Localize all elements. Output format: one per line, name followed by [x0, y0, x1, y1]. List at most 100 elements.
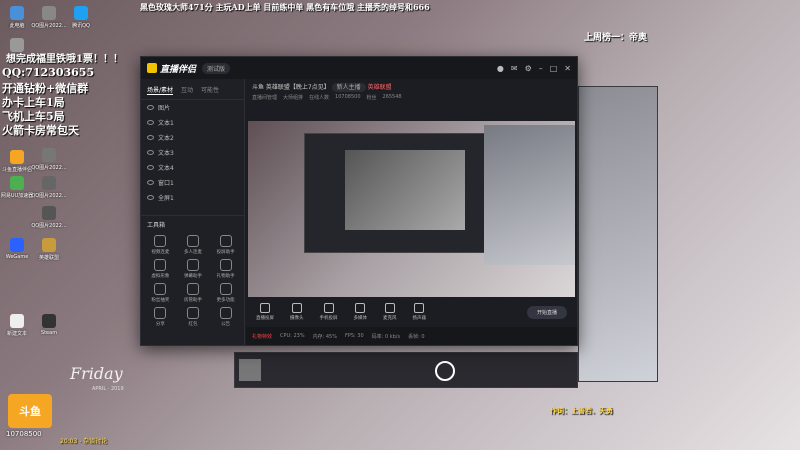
tool-label: 投屏助手: [216, 250, 235, 255]
tool-icon: [219, 283, 232, 295]
tool-button[interactable]: 礼物助手: [210, 259, 241, 279]
tab-0[interactable]: 场景/素材: [147, 85, 174, 95]
scene-item[interactable]: 图片: [141, 100, 244, 115]
stat-item: 大师组排: [283, 95, 304, 101]
eye-icon[interactable]: [147, 105, 154, 110]
tool-button[interactable]: 房管助手: [178, 283, 209, 303]
desktop-icon[interactable]: 英雄联盟: [34, 238, 64, 268]
tool-button[interactable]: 分享: [145, 307, 176, 327]
status-item: 内存: 45%: [312, 333, 337, 340]
toolbar-button[interactable]: 手机投屏: [320, 303, 338, 321]
douyu-title: 斗鱼: [19, 405, 41, 418]
tab-2[interactable]: 可能性: [201, 85, 219, 95]
titlebar: 直播伴侣 测试版 ● ✉ ⚙ – □ ✕: [141, 57, 577, 79]
tool-grid: 视频连麦 多人连麦 投屏助手虚拟形象 弹幕助手 礼物助手粉丝抽奖 房管助手 更多功能分享 红包…: [141, 233, 245, 329]
stat-item: 265548: [382, 94, 402, 100]
eye-icon[interactable]: [147, 135, 154, 140]
toolbar-button[interactable]: 麦克风: [383, 303, 397, 321]
scene-item[interactable]: 窗口1: [141, 175, 244, 190]
desktop-icon[interactable]: WeGame: [2, 238, 32, 268]
category[interactable]: 英雄联盟: [368, 84, 392, 91]
scene-list: 图片 文本1 文本2 文本3 文本4 窗口1 全屏1: [141, 100, 244, 205]
tool-label: 虚拟形象: [151, 274, 170, 279]
tool-label: 房管助手: [183, 298, 202, 303]
desktop-icon[interactable]: 腾讯QQ: [66, 6, 96, 36]
scene-item[interactable]: 文本4: [141, 160, 244, 175]
toolbox-header: 工具箱: [141, 215, 245, 233]
toolbar-button[interactable]: 扬声器: [412, 303, 427, 321]
desktop-icon[interactable]: QQ图片2022...: [31, 206, 67, 236]
desktop-icon-label: 英雄联盟: [38, 255, 59, 261]
eye-icon[interactable]: [147, 150, 154, 155]
desktop-icon[interactable]: QQ图片2022...: [31, 6, 67, 36]
tool-button[interactable]: 粉丝抽奖: [145, 283, 176, 303]
desktop-icon-label: QQ图片2022...: [31, 193, 67, 199]
eye-icon[interactable]: [147, 195, 154, 200]
room-tag: 新人主播: [331, 83, 366, 92]
douyu-id: 10708500: [6, 430, 42, 438]
toolbar-button[interactable]: 摄像头: [290, 303, 304, 321]
scene-item[interactable]: 全屏1: [141, 190, 244, 205]
status-item: FPS: 30: [344, 332, 364, 339]
desktop-icon[interactable]: Steam: [34, 314, 64, 344]
uu-icon: [10, 176, 24, 190]
desktop-icon[interactable]: QQ图片2022...: [31, 176, 67, 206]
desktop-icon-label: Steam: [40, 330, 58, 336]
tool-button[interactable]: 投屏助手: [210, 235, 241, 255]
tool-button[interactable]: 红包: [178, 307, 209, 327]
pause-icon[interactable]: [435, 361, 455, 381]
desktop-icon[interactable]: 网易UU加速器: [1, 176, 33, 206]
status-item: CPU: 23%: [280, 332, 305, 339]
image-icon: [42, 206, 56, 220]
desktop-icon-label: QQ图片2022...: [31, 23, 67, 29]
tool-button[interactable]: 弹幕助手: [178, 259, 209, 279]
toolbar-label: 扬声器: [412, 316, 427, 321]
friday-sub: APRIL · 2019: [92, 386, 124, 392]
left-panel: 场景/素材 互动 可能性 图片 文本1 文本2 文本3 文本4 窗口1 全屏1 工具箱 视频连麦…: [141, 79, 245, 345]
toolbox: 工具箱 视频连麦 多人连麦 投屏助手虚拟形象 弹幕助手 礼物助手粉丝抽奖 房管助手 更多功能…: [141, 215, 245, 329]
tool-button[interactable]: 公告: [210, 307, 241, 327]
desktop-icon-label: QQ图片2022...: [31, 223, 67, 229]
tool-icon: [186, 283, 199, 295]
eye-icon[interactable]: [147, 120, 154, 125]
tool-icon: [219, 235, 232, 247]
tab-1[interactable]: 互动: [181, 85, 193, 95]
desktop-icon[interactable]: 新建文本: [2, 314, 32, 344]
tool-button[interactable]: 更多功能: [210, 283, 241, 303]
image-icon: [42, 176, 56, 190]
qq-icon: [74, 6, 88, 20]
tool-button[interactable]: 多人连麦: [178, 235, 209, 255]
nested-preview-inner: [345, 150, 465, 230]
status-bar: 礼物特效 CPU: 23% 内存: 45% FPS: 30 码率: 0 kb/s 丢帧:…: [246, 327, 577, 345]
eye-icon[interactable]: [147, 165, 154, 170]
room-title[interactable]: 斗鱼 英雄联盟【晚上7点见】: [252, 84, 330, 91]
tool-icon: [219, 259, 232, 271]
maximize-icon[interactable]: □: [550, 64, 558, 73]
scene-item[interactable]: 文本2: [141, 130, 244, 145]
tool-button[interactable]: 视频连麦: [145, 235, 176, 255]
toolbar-label: 直播投屏: [256, 316, 274, 321]
toolbar-icon: [291, 303, 302, 313]
stream-preview[interactable]: [248, 121, 575, 307]
close-icon[interactable]: ✕: [564, 64, 571, 73]
tool-icon: [186, 259, 199, 271]
minimize-icon[interactable]: –: [539, 64, 543, 73]
room-stats: 直播间管理 大师组排 在线人数 10708500 粉丝 265548: [252, 94, 571, 101]
status-items: CPU: 23% 内存: 45% FPS: 30 码率: 0 kb/s 丢帧: 0: [280, 333, 425, 340]
top-banner: 黑色玫瑰大师471分 主玩AD上单 目前练中单 黑色有车位哦 主播秃的绰号和66…: [140, 2, 430, 12]
scene-item[interactable]: 文本1: [141, 115, 244, 130]
avatar-icon[interactable]: ●: [497, 64, 504, 73]
toolbar-button[interactable]: 多媒体: [353, 303, 368, 321]
gear-icon[interactable]: ⚙: [525, 64, 532, 73]
toolbar-label: 多媒体: [353, 316, 368, 321]
desktop-icon[interactable]: QQ图片2022...: [31, 148, 67, 178]
message-icon[interactable]: ✉: [511, 64, 518, 73]
scene-item[interactable]: 文本3: [141, 145, 244, 160]
eye-icon[interactable]: [147, 180, 154, 185]
desktop-icon[interactable]: 此电脑: [2, 6, 32, 36]
overlay-qq: QQ:712303655: [2, 66, 95, 79]
toolbar-button[interactable]: 直播投屏: [256, 303, 274, 321]
tool-label: 视频连麦: [151, 250, 170, 255]
tool-button[interactable]: 虚拟形象: [145, 259, 176, 279]
start-live-button[interactable]: 开始直播: [526, 305, 567, 319]
